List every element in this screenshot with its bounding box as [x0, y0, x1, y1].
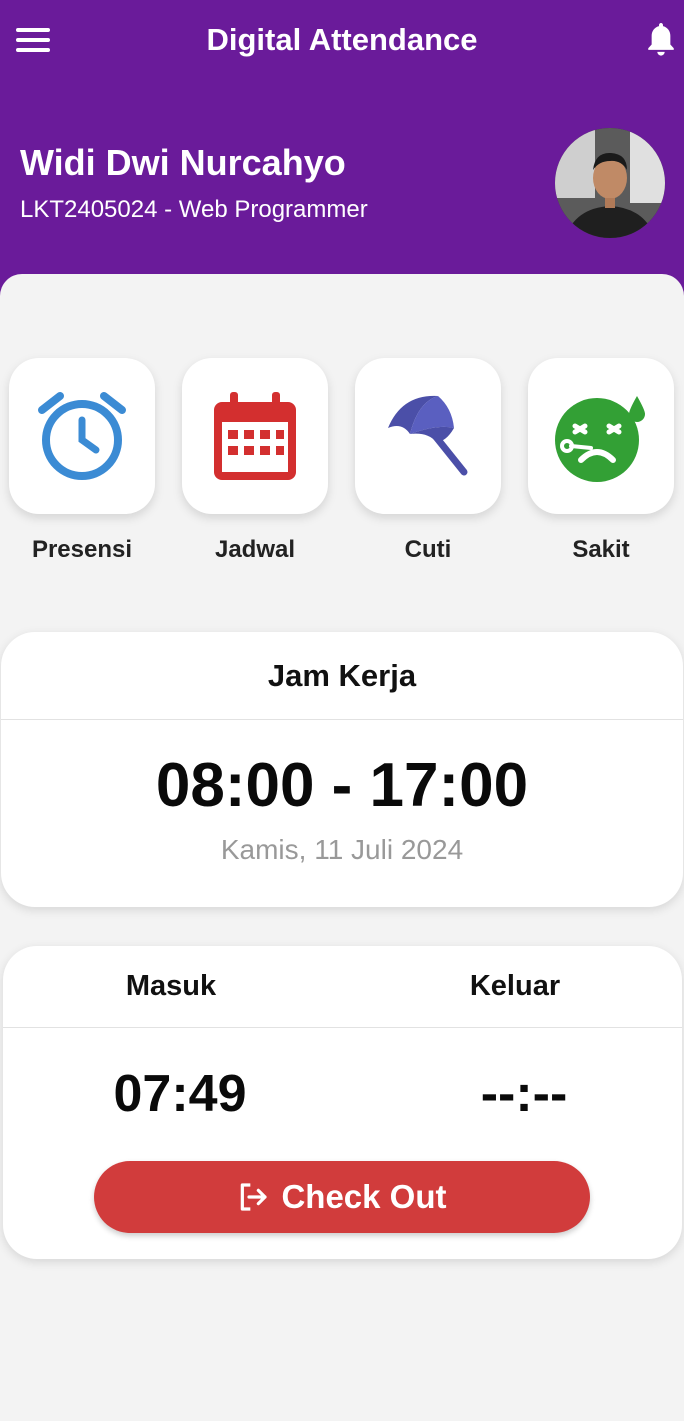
tile-label-presensi: Presensi [31, 536, 133, 563]
app-header: Digital Attendance Widi Dwi Nurcahyo LKT… [0, 0, 684, 300]
calendar-icon [214, 392, 296, 480]
check-in-label: Masuk [125, 970, 217, 1002]
logout-icon [241, 1183, 268, 1211]
current-date: Kamis, 11 Juli 2024 [220, 834, 464, 865]
tile-label-cuti: Cuti [404, 536, 452, 563]
work-hours-range: 08:00 - 17:00 [155, 751, 529, 820]
check-out-label: Check Out [281, 1178, 447, 1215]
tile-presensi[interactable] [9, 358, 155, 514]
sick-face-icon [555, 396, 645, 482]
check-out-button[interactable]: Check Out [94, 1161, 590, 1233]
check-out-label: Keluar [469, 970, 561, 1002]
work-hours-card: Jam Kerja 08:00 - 17:00 Kamis, 11 Juli 2… [1, 632, 683, 907]
tile-cuti[interactable] [355, 358, 501, 514]
work-hours-title: Jam Kerja [267, 658, 417, 693]
tile-label-sakit: Sakit [572, 536, 630, 563]
tile-label-jadwal: Jadwal [214, 536, 296, 563]
tile-jadwal[interactable] [182, 358, 328, 514]
check-out-time: --:-- [480, 1065, 568, 1123]
avatar[interactable] [555, 128, 665, 238]
umbrella-icon [388, 395, 468, 476]
app-title: Digital Attendance [206, 22, 478, 57]
bell-icon[interactable] [644, 20, 678, 60]
divider [1, 719, 683, 720]
user-name: Widi Dwi Nurcahyo [20, 142, 346, 183]
check-in-time: 07:49 [113, 1065, 247, 1123]
tile-sakit[interactable] [528, 358, 674, 514]
divider [3, 1027, 682, 1028]
user-id-position: LKT2405024 - Web Programmer [20, 196, 368, 223]
alarm-clock-icon [38, 392, 126, 480]
